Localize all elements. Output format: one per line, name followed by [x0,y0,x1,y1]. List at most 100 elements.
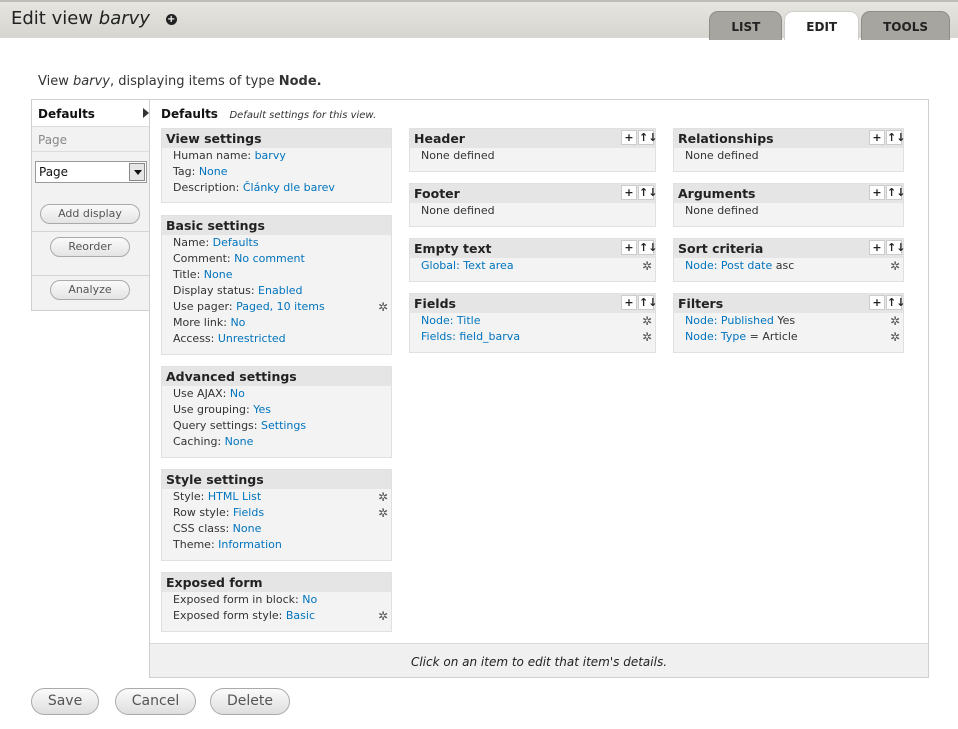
tab-edit[interactable]: EDIT [784,11,860,40]
gear-icon[interactable]: ✲ [377,610,389,622]
rearrange-icon[interactable]: ↑↓ [886,240,905,255]
section-title: Arguments + ↑↓ [674,184,905,203]
add-shortcut-icon[interactable]: + [165,14,177,25]
view-settings-section: View settings Human name: barvy Tag: Non… [161,128,392,203]
page-title: Edit view barvy + [11,8,177,29]
cancel-button[interactable]: Cancel [115,688,196,715]
tab-tools[interactable]: TOOLS [861,11,950,40]
tab-list[interactable]: LIST [709,11,783,40]
add-icon[interactable]: + [869,295,885,310]
setting-label: Tag: [173,165,199,178]
setting-value-link[interactable]: Defaults [213,236,259,249]
setting-row: Use grouping: Yes [162,402,391,418]
gear-icon[interactable]: ✲ [641,260,653,272]
gear-icon[interactable]: ✲ [377,491,389,503]
nav-item-defaults-label: Defaults [38,107,95,121]
add-icon[interactable]: + [621,185,637,200]
add-icon[interactable]: + [869,130,885,145]
setting-row: Exposed form style: Basic ✲ [162,608,391,624]
setting-label: More link: [173,316,231,329]
setting-value-link[interactable]: barvy [255,149,286,162]
setting-row: Access: Unrestricted [162,331,391,347]
setting-value-link[interactable]: No [230,387,245,400]
empty-message: None defined [685,149,759,162]
display-type-select-value: Page [39,165,69,179]
section-title: Exposed form [162,573,391,592]
section-title: Empty text + ↑↓ [410,239,657,258]
header-section: Header + ↑↓ None defined [409,128,657,172]
reorder-button[interactable]: Reorder [50,237,130,257]
item-link[interactable]: Fields: field_barva [421,330,520,343]
display-type-select[interactable]: Page [35,161,147,183]
gear-icon[interactable]: ✲ [889,331,901,343]
delete-button[interactable]: Delete [210,688,290,715]
rearrange-icon[interactable]: ↑↓ [886,295,905,310]
setting-row: CSS class: None [162,521,391,537]
rearrange-icon[interactable]: ↑↓ [638,240,657,255]
setting-value-link[interactable]: Fields [233,506,264,519]
empty-message: None defined [421,149,495,162]
gear-icon[interactable]: ✲ [377,507,389,519]
setting-value-link[interactable]: None [225,435,254,448]
rearrange-icon[interactable]: ↑↓ [638,185,657,200]
setting-value-link[interactable]: No comment [234,252,305,265]
add-display-button[interactable]: Add display [40,204,140,224]
setting-value-link[interactable]: Information [218,538,282,551]
gear-icon[interactable]: ✲ [641,315,653,327]
setting-label: Exposed form in block: [173,593,303,606]
setting-value-link[interactable]: No [230,316,245,329]
setting-value-link[interactable]: Basic [286,609,315,622]
item-link[interactable]: Node: Type [685,330,746,343]
rearrange-icon[interactable]: ↑↓ [886,185,905,200]
rearrange-icon[interactable]: ↑↓ [638,295,657,310]
section-actions: + ↑↓ [869,130,905,145]
setting-value-link[interactable]: No [302,593,317,606]
item-link[interactable]: Node: Title [421,314,481,327]
setting-value-link[interactable]: None [233,522,262,535]
add-icon[interactable]: + [621,295,637,310]
setting-label: Name: [173,236,213,249]
setting-value-link[interactable]: Paged, 10 items [236,300,325,313]
section-title-text: Arguments [678,186,756,201]
setting-value-link[interactable]: Enabled [258,284,302,297]
list-item: Node: Post date asc ✲ [674,258,903,274]
setting-row: Caching: None [162,434,391,450]
section-title-text: Fields [414,296,456,311]
gear-icon[interactable]: ✲ [889,260,901,272]
list-item: Fields: field_barva ✲ [410,329,655,345]
rearrange-icon[interactable]: ↑↓ [638,130,657,145]
setting-row: Style: HTML List ✲ [162,489,391,505]
item-link[interactable]: Node: Published [685,314,774,327]
add-icon[interactable]: + [621,130,637,145]
setting-value-link[interactable]: Unrestricted [218,332,286,345]
add-icon[interactable]: + [869,185,885,200]
add-icon[interactable]: + [621,240,637,255]
add-icon[interactable]: + [869,240,885,255]
section-title-text: Header [414,131,465,146]
setting-row: Comment: No comment [162,251,391,267]
nav-item-defaults[interactable]: Defaults [32,100,150,126]
analyze-button[interactable]: Analyze [50,280,130,300]
setting-value-link[interactable]: Yes [253,403,271,416]
setting-value-link[interactable]: None [199,165,228,178]
item-link[interactable]: Node: Post date [685,259,772,272]
empty-text-section: Empty text + ↑↓ Global: Text area ✲ [409,238,657,282]
gear-icon[interactable]: ✲ [377,301,389,313]
setting-value-link[interactable]: Settings [261,419,306,432]
save-button[interactable]: Save [31,688,99,715]
setting-value-link[interactable]: HTML List [208,490,261,503]
gear-icon[interactable]: ✲ [641,331,653,343]
setting-value-link[interactable]: Články dle barev [243,181,335,194]
item-link[interactable]: Global: Text area [421,259,514,272]
setting-row: Tag: None [162,164,391,180]
setting-row: Use pager: Paged, 10 items ✲ [162,299,391,315]
exposed-form-section: Exposed form Exposed form in block: No E… [161,572,392,632]
setting-value-link[interactable]: None [204,268,233,281]
setting-label: Description: [173,181,243,194]
rearrange-icon[interactable]: ↑↓ [886,130,905,145]
section-title: Filters + ↑↓ [674,294,905,313]
section-actions: + ↑↓ [621,295,657,310]
setting-row: Name: Defaults [162,235,391,251]
gear-icon[interactable]: ✲ [889,315,901,327]
nav-item-page[interactable]: Page [32,126,150,152]
